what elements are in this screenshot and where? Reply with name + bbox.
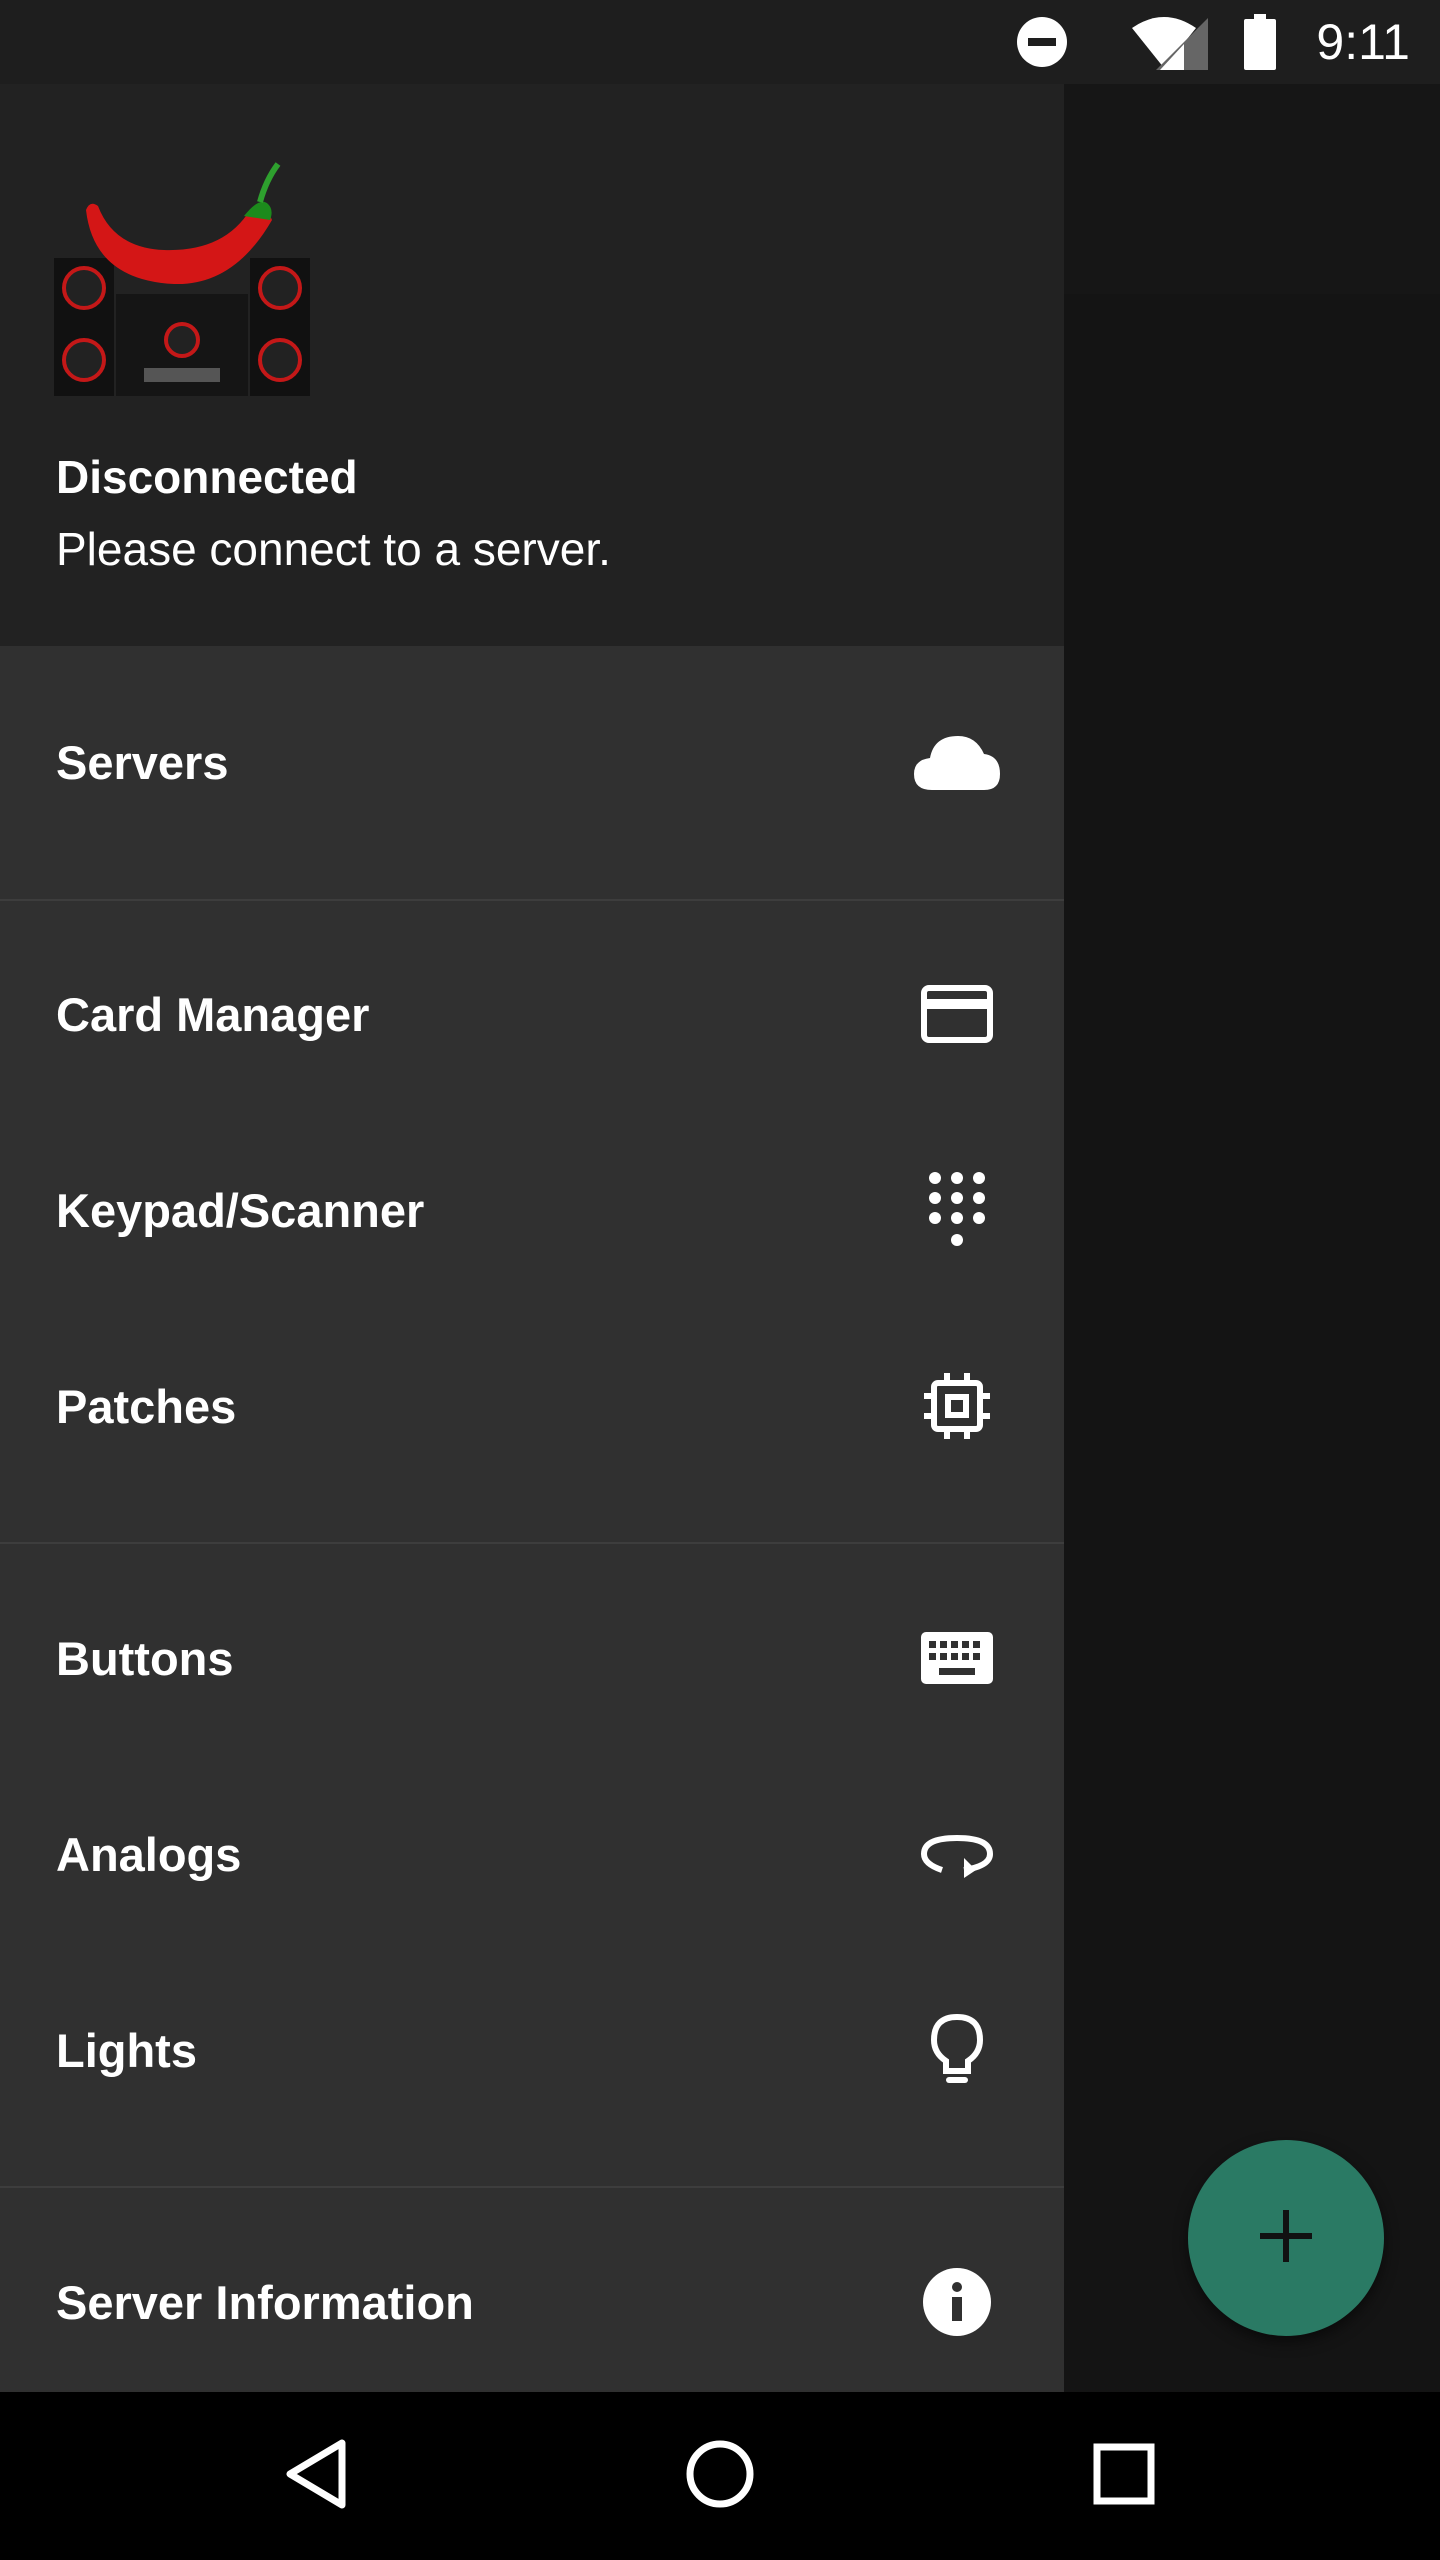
rotate-icon: [912, 1809, 1002, 1899]
menu-item-buttons[interactable]: Buttons: [0, 1560, 1064, 1756]
menu-item-label: Lights: [56, 2023, 197, 2077]
menu-item-patches[interactable]: Patches: [0, 1308, 1064, 1504]
menu-item-server-information[interactable]: Server Information: [0, 2204, 1064, 2392]
main-content-area[interactable]: [1064, 84, 1440, 2392]
chili-speaker-logo: [54, 160, 310, 396]
plus-icon: [1260, 2209, 1312, 2267]
menu-item-analogs[interactable]: Analogs: [0, 1756, 1064, 1952]
battery-icon: [1244, 14, 1276, 75]
back-button[interactable]: [266, 2426, 366, 2526]
menu-item-card-manager[interactable]: Card Manager: [0, 916, 1064, 1112]
home-button[interactable]: [670, 2426, 770, 2526]
keyboard-icon: [912, 1613, 1002, 1703]
navigation-drawer: Disconnected Please connect to a server.…: [0, 84, 1064, 2392]
chip-icon: [912, 1361, 1002, 1451]
cell-signal-icon: [1156, 14, 1208, 75]
status-bar: 9:11: [0, 0, 1440, 84]
connection-status-subtitle: Please connect to a server.: [56, 523, 611, 575]
connection-status-title: Disconnected: [56, 451, 358, 503]
drawer-header: Disconnected Please connect to a server.: [0, 84, 1064, 646]
info-icon: [912, 2257, 1002, 2347]
lightbulb-icon: [912, 2005, 1002, 2095]
system-navigation-bar: [0, 2392, 1440, 2560]
dialpad-icon: [912, 1165, 1002, 1255]
status-time: 9:11: [1316, 14, 1410, 70]
divider: [0, 1542, 1064, 1544]
menu-item-label: Buttons: [56, 1631, 234, 1685]
main-toolbar: [1064, 84, 1440, 294]
cloud-icon: [912, 717, 1002, 807]
do-not-disturb-icon: [1016, 14, 1068, 75]
menu-item-label: Servers: [56, 735, 229, 789]
menu-item-lights[interactable]: Lights: [0, 1952, 1064, 2148]
menu-item-label: Server Information: [56, 2275, 474, 2329]
menu-item-keypad-scanner[interactable]: Keypad/Scanner: [0, 1112, 1064, 1308]
menu-item-label: Keypad/Scanner: [56, 1183, 425, 1237]
recents-icon: [1093, 2443, 1155, 2510]
back-icon: [286, 2439, 346, 2514]
menu-item-label: Card Manager: [56, 987, 370, 1041]
divider: [0, 899, 1064, 901]
card-icon: [912, 969, 1002, 1059]
menu-item-servers[interactable]: Servers: [0, 664, 1064, 860]
menu-item-label: Analogs: [56, 1827, 242, 1881]
recents-button[interactable]: [1074, 2426, 1174, 2526]
menu-item-label: Patches: [56, 1379, 237, 1433]
home-icon: [685, 2439, 755, 2514]
divider: [0, 2186, 1064, 2188]
add-fab-button[interactable]: [1188, 2140, 1384, 2336]
